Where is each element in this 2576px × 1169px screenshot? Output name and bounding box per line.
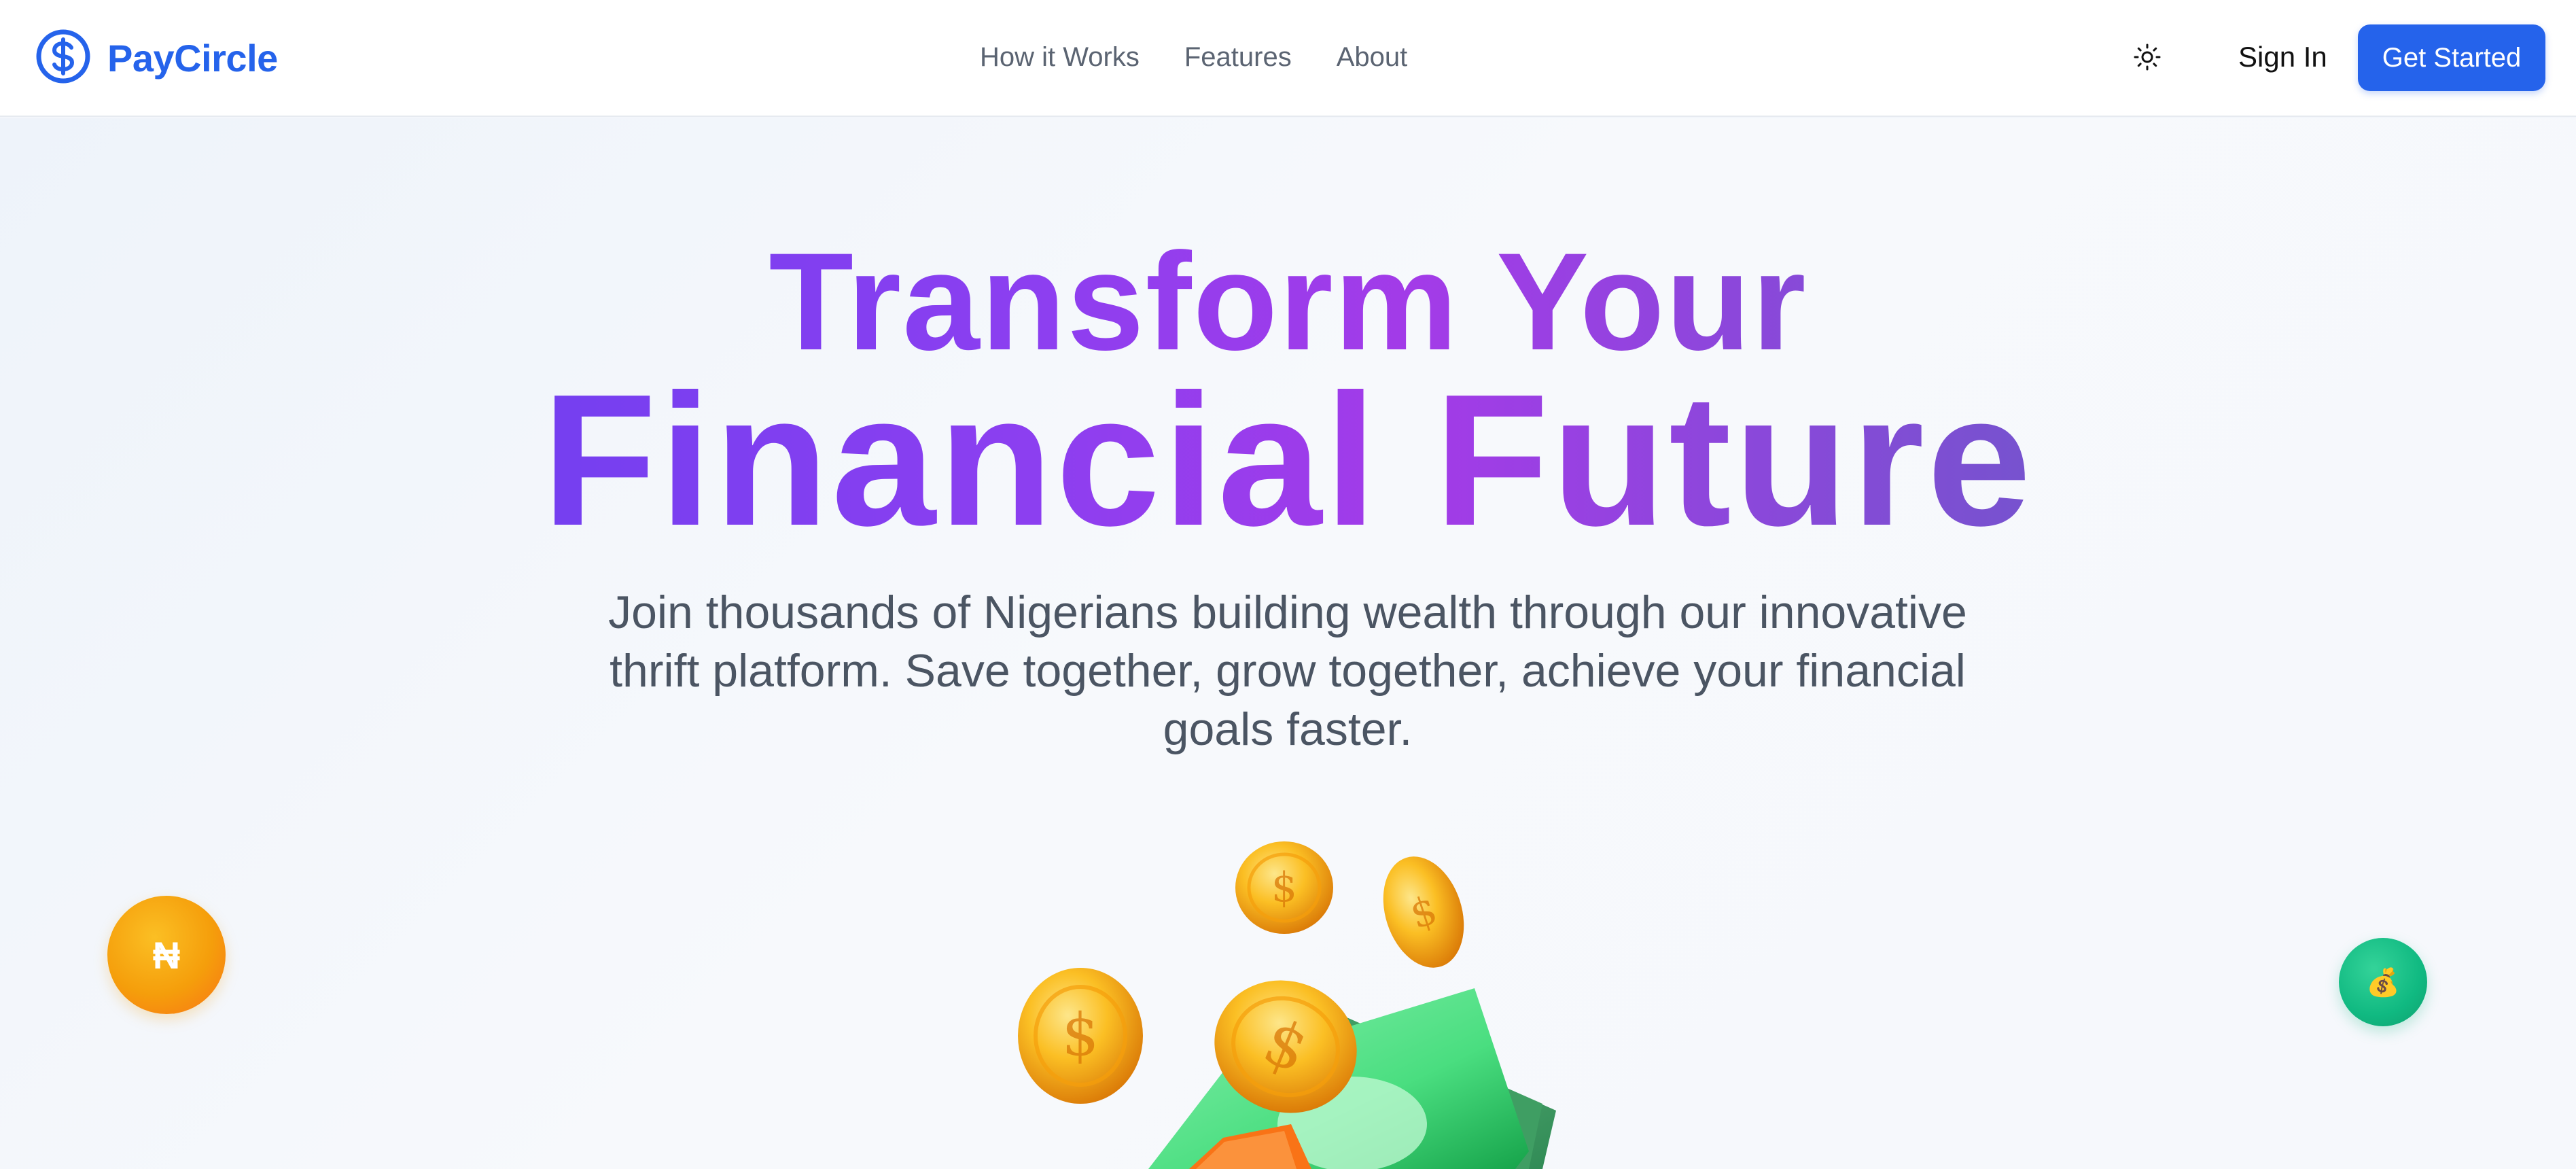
hero-section: Transform Your Financial Future Join tho… xyxy=(0,118,2576,1169)
svg-text:$: $ xyxy=(1062,1001,1099,1069)
hero-subtitle: Join thousands of Nigerians building wea… xyxy=(608,587,1967,755)
get-started-button[interactable]: Get Started xyxy=(2358,24,2545,91)
hero-title-line-1: Transform Your xyxy=(0,227,2576,377)
money-bag-badge: 💰 xyxy=(2339,938,2427,1026)
coin-graphic-top: $ xyxy=(1235,841,1333,934)
nav-link-how-it-works[interactable]: How it Works xyxy=(980,38,1140,76)
sign-in-link[interactable]: Sign In xyxy=(2238,38,2327,76)
theme-toggle-button[interactable] xyxy=(2127,38,2168,79)
main-nav: How it Works Features About xyxy=(980,38,1407,76)
coins-and-cash-illustration: $ $ $ $ xyxy=(1018,841,1556,1169)
brand-name: PayCircle xyxy=(107,36,278,80)
brand-logo-link[interactable]: PayCircle xyxy=(35,29,278,87)
dollar-circle-icon xyxy=(35,29,91,88)
sun-icon xyxy=(2132,42,2162,75)
hero-title-line-2: Financial Future xyxy=(0,362,2576,559)
top-navbar: PayCircle How it Works Features About Si… xyxy=(0,0,2576,117)
money-bag-icon: 💰 xyxy=(2366,967,2400,998)
cash-stack-graphic xyxy=(1148,988,1556,1169)
coin-graphic-left: $ xyxy=(1018,968,1143,1104)
naira-coin-badge: ₦ xyxy=(107,896,226,1014)
nav-link-about[interactable]: About xyxy=(1337,38,1408,76)
nav-link-features[interactable]: Features xyxy=(1184,38,1292,76)
coin-graphic-right: $ xyxy=(1383,856,1464,968)
svg-text:$: $ xyxy=(1271,864,1297,911)
naira-symbol: ₦ xyxy=(152,933,181,977)
